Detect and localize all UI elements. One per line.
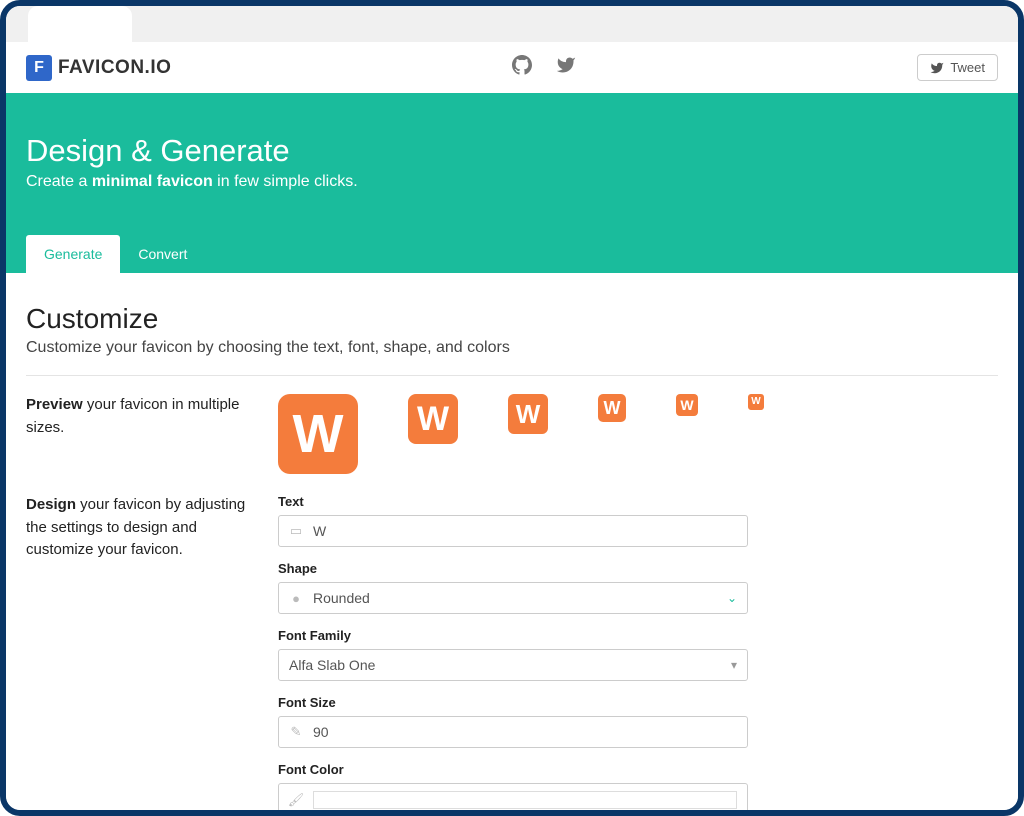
preview-section: Preview your favicon in multiple sizes. … xyxy=(26,394,998,474)
divider xyxy=(26,375,998,376)
twitter-icon[interactable] xyxy=(556,55,576,80)
design-section: Design your favicon by adjusting the set… xyxy=(26,494,998,810)
customize-subtitle: Customize your favicon by choosing the t… xyxy=(26,339,998,357)
logo-icon: F xyxy=(26,55,52,81)
browser-tab-active[interactable] xyxy=(28,6,132,42)
text-input[interactable] xyxy=(313,523,737,539)
design-description: Design your favicon by adjusting the set… xyxy=(26,494,258,810)
preview-area: W W W W W W xyxy=(278,394,998,474)
preview-description: Preview your favicon in multiple sizes. xyxy=(26,394,258,474)
pencil-icon: ✎ xyxy=(289,724,303,740)
shape-value: Rounded xyxy=(313,590,717,606)
favicon-preview-28: W xyxy=(598,394,626,422)
font-color-label: Font Color xyxy=(278,762,748,777)
chevron-down-icon: ⌄ xyxy=(727,591,737,605)
twitter-icon xyxy=(930,61,944,75)
shape-select[interactable]: ● Rounded ⌄ xyxy=(278,582,748,614)
browser-tabs-bar xyxy=(6,6,1018,42)
hero-subtitle: Create a minimal favicon in few simple c… xyxy=(26,173,998,191)
favicon-preview-40: W xyxy=(508,394,548,434)
shape-icon: ● xyxy=(289,591,303,606)
favicon-preview-80: W xyxy=(278,394,358,474)
font-color-value xyxy=(313,791,737,809)
font-size-label: Font Size xyxy=(278,695,748,710)
font-size-input[interactable] xyxy=(313,724,737,740)
page-content: F FAVICON.IO Tweet Design & Generate Cre… xyxy=(6,42,1018,810)
font-family-value: Alfa Slab One xyxy=(289,657,721,673)
tweet-label: Tweet xyxy=(950,60,985,75)
main-panel: Customize Customize your favicon by choo… xyxy=(6,273,1018,810)
design-form: Text ▭ Shape ● Rounded ⌄ Font Family Alf… xyxy=(278,494,748,810)
tweet-button[interactable]: Tweet xyxy=(917,54,998,81)
font-family-label: Font Family xyxy=(278,628,748,643)
logo-text: FAVICON.IO xyxy=(58,57,171,79)
nav-social xyxy=(179,55,909,80)
tab-generate[interactable]: Generate xyxy=(26,235,120,273)
shape-label: Shape xyxy=(278,561,748,576)
section-tabs: Generate Convert xyxy=(26,235,998,273)
favicon-preview-16: W xyxy=(748,394,764,410)
customize-title: Customize xyxy=(26,303,998,335)
font-color-input-wrap[interactable]: 🖌 xyxy=(278,783,748,810)
hero-banner: Design & Generate Create a minimal favic… xyxy=(6,93,1018,273)
tab-convert[interactable]: Convert xyxy=(120,235,205,273)
text-input-wrap[interactable]: ▭ xyxy=(278,515,748,547)
font-family-select[interactable]: Alfa Slab One ▾ xyxy=(278,649,748,681)
logo[interactable]: F FAVICON.IO xyxy=(26,55,171,81)
favicon-preview-22: W xyxy=(676,394,698,416)
github-icon[interactable] xyxy=(512,55,532,80)
top-nav: F FAVICON.IO Tweet xyxy=(6,42,1018,93)
chevron-down-icon: ▾ xyxy=(731,658,737,672)
font-size-input-wrap[interactable]: ✎ xyxy=(278,716,748,748)
brush-icon: 🖌 xyxy=(289,792,303,808)
text-icon: ▭ xyxy=(289,523,303,539)
text-label: Text xyxy=(278,494,748,509)
hero-title: Design & Generate xyxy=(26,133,998,169)
favicon-preview-50: W xyxy=(408,394,458,444)
browser-window: F FAVICON.IO Tweet Design & Generate Cre… xyxy=(0,0,1024,816)
